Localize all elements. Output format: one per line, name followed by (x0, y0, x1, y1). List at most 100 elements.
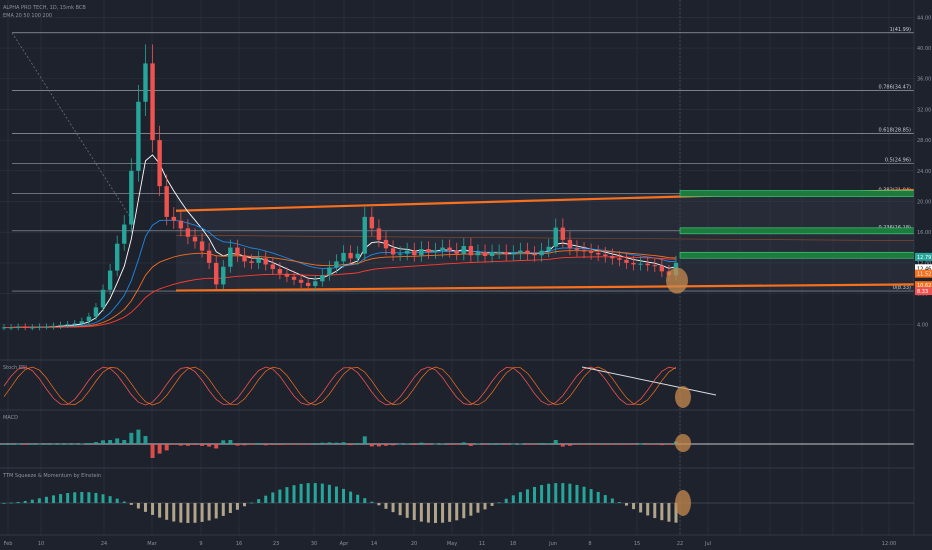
candle-body (341, 252, 346, 262)
candle-body (348, 252, 353, 259)
time-tick-label: Jun (548, 541, 557, 547)
candle-body (327, 267, 332, 276)
candle-body (65, 324, 70, 326)
candle-body (214, 262, 219, 285)
price-labels: 12.7912.4611.5210.628.33 (915, 252, 932, 296)
squeeze-bar (207, 503, 211, 521)
squeeze-bar (448, 503, 452, 522)
squeeze-bar (667, 503, 671, 522)
candle-body (221, 266, 226, 285)
squeeze-bar (200, 503, 204, 522)
squeeze-bar (617, 502, 621, 503)
squeeze-bar (554, 483, 558, 503)
macd-bar (65, 443, 70, 445)
candle-body (426, 249, 431, 253)
macd-bar (23, 444, 28, 445)
macd-bar (129, 432, 134, 444)
candle-body (454, 250, 459, 254)
squeeze-bar (504, 498, 508, 503)
squeeze-bar (419, 503, 423, 522)
squeeze-bar (490, 503, 494, 506)
macd-bar (355, 443, 360, 444)
squeeze-bar (433, 503, 437, 523)
macd-bar (93, 442, 98, 444)
panel-title: TTM Squeeze & Momentum by Elnstein (2, 473, 101, 479)
candle-body (122, 224, 127, 244)
macd-bar (58, 443, 63, 445)
macd-bar (461, 442, 466, 444)
highlight-ellipse (666, 267, 688, 294)
candle-body (617, 258, 622, 260)
macd-bar (277, 444, 282, 445)
symbol-title: ALPHA PRO TECH, 1D, 15mk BCB (3, 5, 86, 11)
macd-bar (334, 442, 339, 444)
squeeze-bar (292, 485, 296, 503)
squeeze-bar (136, 503, 140, 509)
candle-body (532, 253, 537, 256)
macd-bar (221, 440, 226, 444)
candle-body (228, 247, 233, 267)
candle-body (72, 323, 77, 325)
candle-body (525, 250, 530, 254)
candle-body (504, 252, 509, 255)
squeeze-bar (610, 498, 614, 503)
macd-bar (532, 444, 537, 445)
candle-body (270, 264, 275, 270)
squeeze-bar (356, 494, 360, 503)
macd-bar (143, 436, 148, 444)
macd-bar (511, 443, 516, 445)
macd-bar (115, 438, 120, 444)
candle-body (419, 249, 424, 256)
macd-bar (426, 444, 431, 445)
squeeze-bar (632, 503, 636, 510)
macd-bar (171, 444, 176, 445)
squeeze-bar (462, 503, 466, 519)
squeeze-bar (547, 483, 551, 503)
squeeze-bar (16, 501, 20, 503)
candle-body (23, 326, 28, 328)
candle-body (86, 316, 92, 322)
candle-body (362, 216, 367, 254)
macd-bar (242, 444, 247, 446)
macd-bar (72, 443, 77, 445)
candle-body (1, 327, 7, 329)
squeeze-bar (285, 487, 289, 503)
squeeze-bar (115, 498, 119, 503)
macd-bar (313, 443, 318, 444)
candle-body (560, 227, 566, 240)
squeeze-bar (525, 489, 529, 503)
candle-body (412, 250, 417, 256)
macd-bar (101, 440, 106, 444)
candle-body (369, 216, 375, 229)
macd-bar (589, 444, 594, 445)
macd-bar (603, 444, 608, 445)
squeeze-bar (313, 483, 317, 503)
macd-bar (525, 444, 530, 445)
candle-body (171, 216, 176, 221)
squeeze-bar (228, 503, 232, 513)
candle-body (405, 250, 410, 254)
macd-bar (405, 443, 410, 445)
candle-body (178, 220, 184, 229)
candle-body (433, 250, 438, 253)
macd-bar (228, 440, 233, 444)
squeeze-bar (320, 483, 324, 503)
macd-bar (292, 444, 297, 445)
panel-title: MACD (3, 415, 18, 421)
fib-label: 0.618(28.85) (878, 128, 911, 134)
candle-body (376, 228, 382, 240)
trading-chart[interactable]: 1(41.99) 0.786(34.47) 0.618(28.85) 0.5(24.9… (0, 0, 932, 550)
macd-bar (539, 443, 544, 444)
squeeze-bar (235, 503, 239, 510)
price-tick-label: 44.00 (917, 15, 931, 21)
squeeze-bar (483, 503, 487, 510)
time-tick-label: Jul (704, 541, 711, 547)
macd-bar (376, 444, 381, 447)
fib-label: 0.5(24.96) (885, 157, 911, 163)
macd-bar (518, 443, 523, 445)
candle-body (150, 63, 155, 141)
squeeze-bar (575, 484, 579, 503)
macd-bar (652, 444, 657, 445)
candle-body (496, 252, 502, 254)
squeeze-bar (589, 489, 593, 503)
